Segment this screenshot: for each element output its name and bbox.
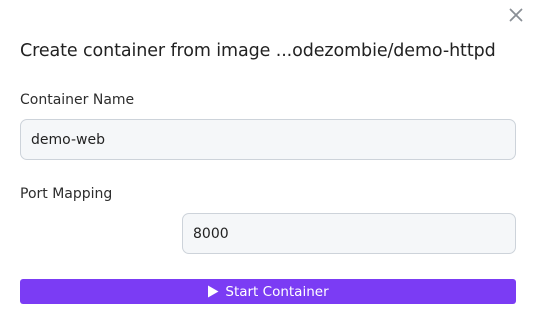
start-container-label: Start Container xyxy=(225,283,329,300)
close-icon xyxy=(507,6,525,24)
start-container-button[interactable]: Start Container xyxy=(20,279,516,304)
port-mapping-input[interactable] xyxy=(182,213,516,254)
port-mapping-label: Port Mapping xyxy=(20,186,113,202)
close-button[interactable] xyxy=(507,6,525,24)
create-container-dialog: Create container from image ...odezombie… xyxy=(0,0,533,321)
container-name-label: Container Name xyxy=(20,92,135,108)
container-name-input[interactable] xyxy=(20,119,516,160)
dialog-title: Create container from image ...odezombie… xyxy=(20,41,496,61)
play-icon xyxy=(207,285,219,298)
